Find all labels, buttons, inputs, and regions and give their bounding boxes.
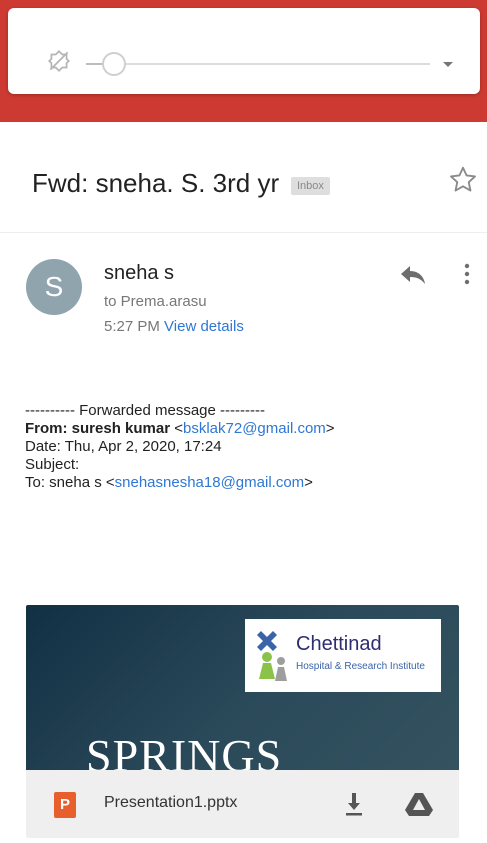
recipient-line: to Prema.arasu <box>104 293 207 310</box>
email-subject: Fwd: sneha. S. 3rd yr <box>32 168 280 198</box>
logo-figure-icon <box>257 631 287 681</box>
view-details-link[interactable]: View details <box>164 318 244 335</box>
forwarded-message: ---------- Forwarded message --------- F… <box>25 402 335 492</box>
top-header <box>0 0 487 122</box>
subject-line: Subject: <box>25 456 80 473</box>
from-label: From: <box>25 420 72 437</box>
to-email-link[interactable]: snehasnesha18@gmail.com <box>115 474 305 491</box>
date-line: Date: Thu, Apr 2, 2020, 17:24 <box>25 438 222 455</box>
more-options-icon[interactable] <box>460 260 474 288</box>
from-name: suresh kumar <box>71 420 171 437</box>
star-icon[interactable] <box>447 164 479 196</box>
hospital-logo: Chettinad Hospital & Research Institute <box>245 619 441 692</box>
brightness-slider[interactable] <box>86 63 430 65</box>
logo-title: Chettinad <box>296 633 382 655</box>
brightness-slider-thumb[interactable] <box>101 52 126 76</box>
to-line: To: sneha s <snehasnesha18@gmail.com> <box>25 474 313 491</box>
inbox-label-badge[interactable]: Inbox <box>291 177 330 195</box>
attachment-card[interactable]: Chettinad Hospital & Research Institute … <box>26 605 459 838</box>
attachment-preview[interactable]: Chettinad Hospital & Research Institute … <box>26 605 459 781</box>
attachment-file-bar[interactable]: P Presentation1.pptx <box>26 770 459 838</box>
divider <box>0 232 487 233</box>
from-line: From: suresh kumar <bsklak72@gmail.com> <box>25 420 335 437</box>
time-row: 5:27 PM View details <box>104 318 244 335</box>
sender-name: sneha s <box>104 262 175 284</box>
chevron-down-icon[interactable] <box>436 52 460 76</box>
brightness-panel <box>8 8 480 94</box>
brightness-auto-off-icon[interactable] <box>46 48 72 74</box>
google-drive-icon[interactable] <box>404 790 434 818</box>
subject-row: Fwd: sneha. S. 3rd yr Inbox <box>0 150 487 210</box>
avatar[interactable]: S <box>26 259 82 315</box>
forwarded-header: ---------- Forwarded message --------- <box>25 402 265 419</box>
attachment-filename[interactable]: Presentation1.pptx <box>104 794 237 812</box>
from-email-link[interactable]: bsklak72@gmail.com <box>183 420 326 437</box>
reply-icon[interactable] <box>398 262 428 286</box>
download-icon[interactable] <box>342 790 366 818</box>
to-label: To: sneha s < <box>25 474 115 491</box>
logo-subtitle: Hospital & Research Institute <box>296 661 425 672</box>
sent-time: 5:27 PM <box>104 318 160 335</box>
powerpoint-icon: P <box>54 792 76 818</box>
